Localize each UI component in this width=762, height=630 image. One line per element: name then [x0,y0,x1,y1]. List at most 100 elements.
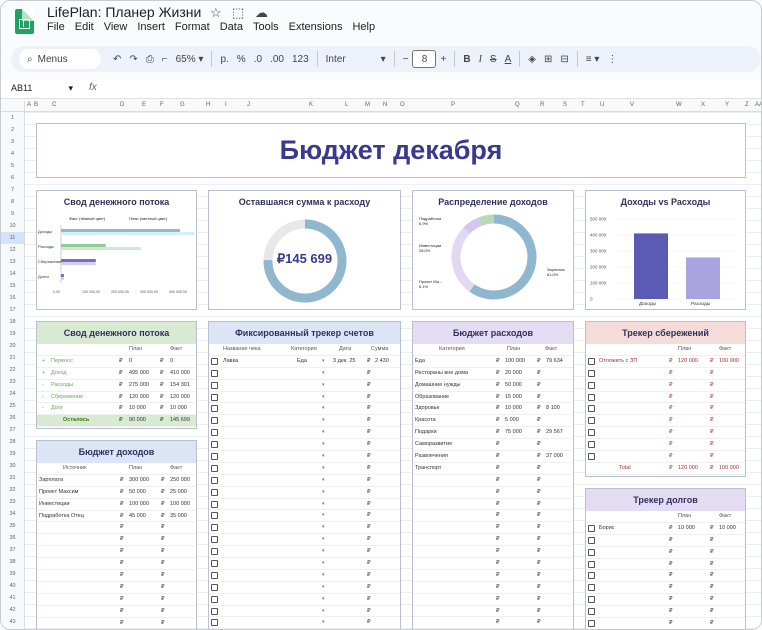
menu-edit[interactable]: Edit [75,21,94,33]
row-header[interactable]: 9 [1,208,24,220]
checkbox[interactable] [211,607,218,615]
category-dropdown-icon[interactable]: ▾ [322,501,325,507]
column-header[interactable]: U [600,102,604,108]
row-header[interactable]: 31 [1,472,24,484]
row-header[interactable]: 18 [1,316,24,328]
checkbox[interactable] [211,560,218,568]
checkbox[interactable] [588,417,595,425]
column-header[interactable]: N [383,102,387,108]
checkbox[interactable] [588,369,595,377]
row-header[interactable]: 3 [1,136,24,148]
remaining-card[interactable]: Оставшаяся сумма к расходу ₽145 699 [208,190,401,310]
bold-icon[interactable]: B [463,49,470,69]
star-icon[interactable]: ☆ [210,5,222,21]
income-distribution-card[interactable]: Распределение доходов Подработка 6,9% Инв… [412,190,574,310]
checkbox[interactable] [211,571,218,579]
column-header[interactable]: G [180,102,185,108]
category-dropdown-icon[interactable]: ▾ [322,429,325,435]
checkbox[interactable] [588,429,595,437]
category-dropdown-icon[interactable]: ▾ [322,584,325,590]
checkbox[interactable] [211,619,218,627]
category-dropdown-icon[interactable]: ▾ [322,536,325,542]
row-header[interactable]: 4 [1,148,24,160]
menu-data[interactable]: Data [220,21,243,33]
menu-help[interactable]: Help [352,21,375,33]
checkbox[interactable] [211,441,218,449]
row-header[interactable]: 1 [1,112,24,124]
row-header[interactable]: 10 [1,220,24,232]
category-dropdown-icon[interactable]: ▾ [322,405,325,411]
category-dropdown-icon[interactable]: ▾ [322,619,325,625]
row-header[interactable]: 38 [1,556,24,568]
checkbox[interactable] [588,524,595,532]
category-dropdown-icon[interactable]: ▾ [322,465,325,471]
category-dropdown-icon[interactable]: ▾ [322,358,325,364]
column-header[interactable]: H [206,102,210,108]
row-header[interactable]: 22 [1,364,24,376]
row-header[interactable]: 26 [1,412,24,424]
checkbox[interactable] [211,464,218,472]
category-dropdown-icon[interactable]: ▾ [322,370,325,376]
checkbox[interactable] [588,560,595,568]
checkbox[interactable] [588,584,595,592]
checkbox[interactable] [588,357,595,365]
percent-format-button[interactable]: % [237,49,246,69]
checkbox[interactable] [588,453,595,461]
checkbox[interactable] [588,596,595,604]
row-header[interactable]: 30 [1,460,24,472]
column-header[interactable]: O [400,102,405,108]
row-header[interactable]: 42 [1,604,24,616]
checkbox[interactable] [211,583,218,591]
row-header[interactable]: 34 [1,508,24,520]
row-header[interactable]: 16 [1,292,24,304]
income-vs-expenses-card[interactable]: Доходы vs Расходы 500 000 400 000 300 000 2… [585,190,746,310]
checkbox[interactable] [211,595,218,603]
row-header[interactable]: 32 [1,484,24,496]
checkbox[interactable] [211,393,218,401]
row-header[interactable]: 43 [1,616,24,628]
checkbox[interactable] [211,512,218,520]
formula-input[interactable] [105,83,745,95]
menu-insert[interactable]: Insert [137,21,165,33]
checkbox[interactable] [588,441,595,449]
more-options-icon[interactable]: ⋮ [607,49,617,69]
column-header[interactable]: D [120,102,124,108]
menu-view[interactable]: View [104,21,128,33]
menu-file[interactable]: File [47,21,65,33]
name-box[interactable]: AB11 ▾ [11,83,73,93]
checkbox[interactable] [211,357,218,365]
column-header[interactable]: X [701,102,705,108]
checkbox[interactable] [588,393,595,401]
row-header[interactable]: 29 [1,448,24,460]
checkbox[interactable] [211,500,218,508]
checkbox[interactable] [211,405,218,413]
column-header[interactable]: R [540,102,544,108]
font-select[interactable]: Inter ▾ [326,49,386,69]
strikethrough-icon[interactable]: S [490,49,497,69]
row-header[interactable]: 17 [1,304,24,316]
checkbox[interactable] [211,536,218,544]
row-header[interactable]: 27 [1,424,24,436]
column-header[interactable]: T [581,102,585,108]
select-all-corner[interactable] [1,101,25,112]
row-header[interactable]: 14 [1,268,24,280]
category-dropdown-icon[interactable]: ▾ [322,512,325,518]
checkbox[interactable] [588,572,595,580]
checkbox[interactable] [211,488,218,496]
row-header[interactable]: 19 [1,328,24,340]
column-header[interactable]: I [225,102,227,108]
category-dropdown-icon[interactable]: ▾ [322,560,325,566]
merge-cells-icon[interactable]: ⊟ [560,49,568,69]
row-header[interactable]: 12 [1,244,24,256]
checkbox[interactable] [211,476,218,484]
column-header[interactable]: AA [755,102,761,108]
row-header[interactable]: 24 [1,388,24,400]
increase-font-size-icon[interactable]: + [440,49,446,69]
row-header[interactable]: 28 [1,436,24,448]
cashflow-chart-card[interactable]: Свод денежного потока Факт (тёмный цвет)… [36,190,197,310]
decrease-font-size-icon[interactable]: − [403,49,409,69]
column-header[interactable]: C [52,102,56,108]
category-dropdown-icon[interactable]: ▾ [322,394,325,400]
column-header[interactable]: L [345,102,348,108]
category-dropdown-icon[interactable]: ▾ [322,548,325,554]
